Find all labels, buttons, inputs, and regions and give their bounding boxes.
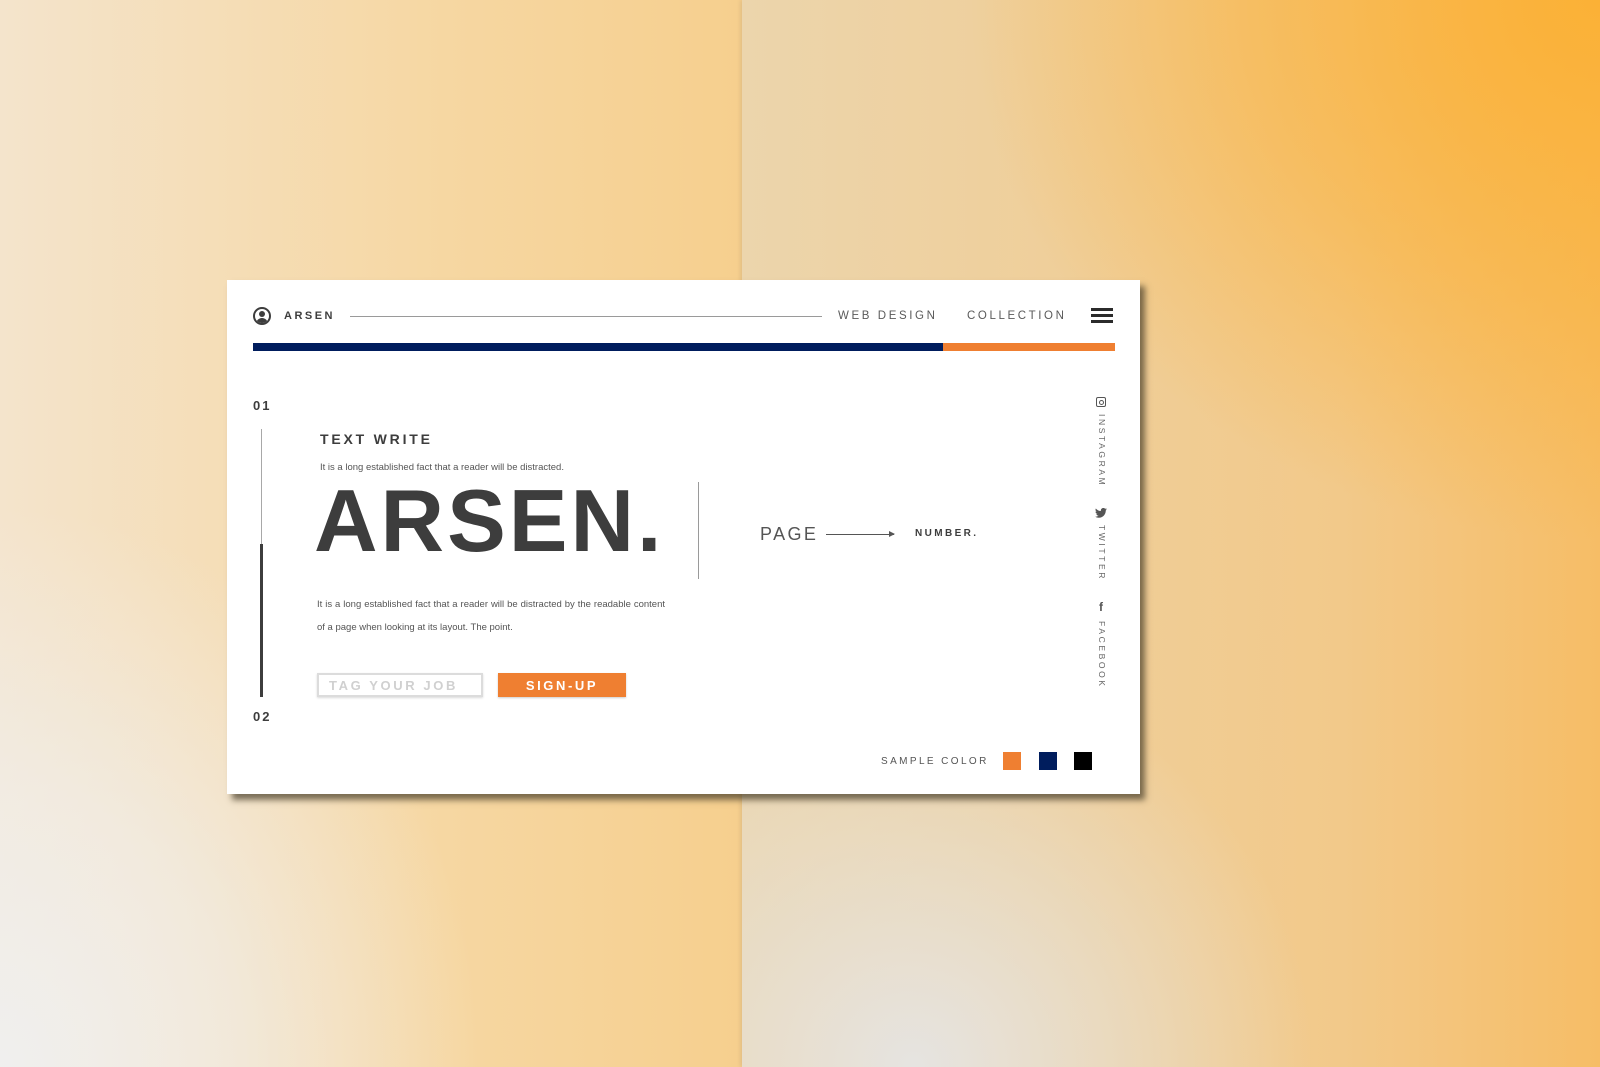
brand-name[interactable]: ARSEN (284, 310, 335, 322)
color-swatch-black (1074, 752, 1092, 770)
instagram-icon[interactable] (1095, 396, 1107, 408)
social-facebook[interactable]: f FACEBOOK (1095, 600, 1107, 689)
progress-bar-fill (253, 343, 943, 351)
arrow-right-icon (826, 531, 895, 537)
hero-title: ARSEN. (314, 471, 665, 570)
vertical-divider (698, 482, 699, 579)
body-paragraph: It is a long established fact that a rea… (317, 599, 665, 633)
color-swatch-orange (1003, 752, 1021, 770)
step-track-progress (260, 544, 263, 697)
number-label: NUMBER. (915, 528, 979, 539)
header-divider (350, 316, 822, 317)
section-title: TEXT WRITE (320, 431, 433, 447)
hamburger-menu-icon[interactable] (1091, 308, 1113, 323)
social-instagram[interactable]: INSTAGRAM (1095, 396, 1107, 487)
website-mockup-card: ARSEN WEB DESIGN COLLECTION 01 02 TEXT W… (227, 280, 1140, 794)
twitter-icon[interactable] (1095, 507, 1107, 519)
nav-web-design[interactable]: WEB DESIGN (838, 310, 937, 322)
facebook-label[interactable]: FACEBOOK (1097, 621, 1107, 689)
color-swatch-navy (1039, 752, 1057, 770)
nav-collection[interactable]: COLLECTION (967, 310, 1067, 322)
page-label: PAGE (760, 524, 819, 544)
sample-color-label: SAMPLE COLOR (881, 756, 989, 767)
progress-bar (253, 343, 1115, 351)
job-tag-input[interactable] (317, 673, 483, 697)
signup-button[interactable]: SIGN-UP (498, 673, 626, 697)
user-avatar-icon[interactable] (253, 307, 271, 325)
social-twitter[interactable]: TWITTER (1095, 507, 1107, 581)
twitter-label[interactable]: TWITTER (1097, 525, 1107, 581)
step-track (261, 429, 262, 544)
instagram-label[interactable]: INSTAGRAM (1097, 414, 1107, 487)
step-number-end: 02 (253, 709, 272, 724)
step-number-start: 01 (253, 398, 272, 413)
facebook-icon[interactable]: f (1095, 600, 1107, 614)
